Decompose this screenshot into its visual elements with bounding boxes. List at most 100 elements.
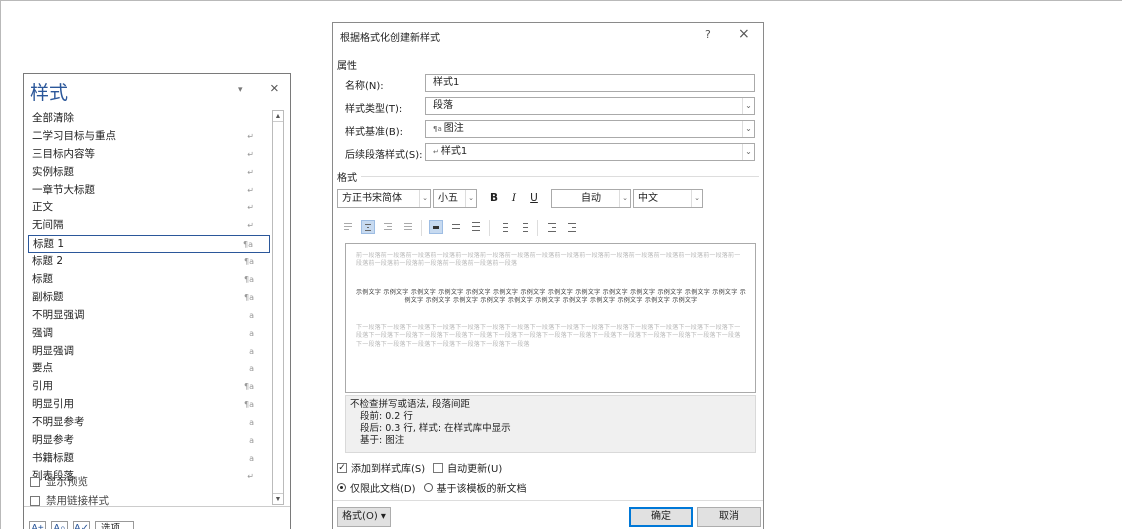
style-type-select[interactable]: 段落 ⌄ (425, 97, 755, 115)
underline-button[interactable]: U (525, 189, 543, 208)
show-preview-checkbox[interactable]: 显示预览 (30, 474, 88, 489)
style-list-item[interactable]: 标题 1¶a▾ (28, 235, 270, 254)
style-item-label: 标题 2 (32, 255, 64, 268)
style-item-label: 强调 (32, 326, 53, 339)
style-list-item[interactable]: 无间隔 ↵ (28, 217, 270, 235)
scroll-up-icon[interactable]: ▲ (273, 111, 283, 122)
this-document-label: 仅限此文档(D) (350, 484, 416, 495)
preview-previous-paragraph: 前一段落前一段落前一段落前一段落前一段落前一段落前一段落前一段落前一段落前一段落… (356, 252, 741, 268)
style-type-mark-icon: ↵ (247, 131, 254, 141)
chevron-down-icon[interactable]: ⌄ (619, 190, 630, 207)
align-right-icon[interactable] (381, 220, 395, 234)
one-half-spacing-icon[interactable] (449, 220, 463, 234)
script-select[interactable]: 中文 ⌄ (633, 189, 703, 208)
style-list-item[interactable]: 明显引用 ¶a (28, 396, 270, 414)
paragraph-return-icon: ↵ (433, 148, 439, 156)
style-list-item[interactable]: 引用 ¶a (28, 378, 270, 396)
auto-update-label: 自动更新(U) (447, 464, 503, 475)
style-type-mark-icon: ¶a (243, 240, 253, 250)
description-line: 不检查拼写或语法, 段落间距 (350, 399, 471, 410)
style-list: 全部清除 二学习目标与重点 ↵ 三目标内容等 ↵ 实例标题 ↵ 一章节大标题 ↵ 正文 ↵ 无间隔 ↵ 标… (28, 110, 270, 503)
based-on-value: 图注 (443, 123, 464, 134)
disable-linked-label: 禁用链接样式 (46, 495, 109, 507)
paragraph-toolbar (341, 220, 761, 238)
chevron-down-icon[interactable]: ⌄ (742, 144, 754, 160)
bold-button[interactable]: B (485, 189, 503, 208)
align-left-icon[interactable] (341, 220, 355, 234)
dialog-title: 根据格式化创建新样式 (340, 33, 440, 44)
style-type-mark-icon: ¶a (244, 257, 254, 267)
font-color-value: 自动 (581, 193, 601, 204)
manage-styles-icon[interactable]: A✓ (73, 521, 90, 529)
space-after-icon[interactable] (517, 220, 531, 234)
chevron-down-icon[interactable]: ⌄ (465, 190, 476, 207)
scroll-down-icon[interactable]: ▼ (273, 493, 283, 504)
decrease-indent-icon[interactable] (545, 220, 559, 234)
template-radio[interactable] (423, 483, 433, 492)
style-list-item[interactable]: 不明显强调 a (28, 307, 270, 325)
style-item-label: 书籍标题 (32, 451, 74, 464)
justify-icon[interactable] (401, 220, 415, 234)
italic-button[interactable]: I (505, 189, 523, 208)
chevron-down-icon[interactable]: ⌄ (691, 190, 702, 207)
new-style-icon[interactable]: A+ (29, 521, 46, 529)
style-list-item[interactable]: 明显强调 a (28, 343, 270, 361)
pane-options-chevron-icon[interactable]: ▾ (238, 84, 243, 95)
pane-close-icon[interactable]: × (270, 80, 279, 97)
next-style-select[interactable]: ↵ 样式1 ⌄ (425, 143, 755, 161)
chevron-down-icon[interactable]: ⌄ (742, 121, 754, 137)
style-list-item[interactable]: 二学习目标与重点 ↵ (28, 128, 270, 146)
style-list-item[interactable]: 三目标内容等 ↵ (28, 146, 270, 164)
ok-button[interactable]: 确定 (629, 507, 693, 527)
toolbar-divider (421, 220, 422, 236)
style-list-item[interactable]: 标题 ¶a (28, 271, 270, 289)
style-list-item[interactable]: 全部清除 (28, 110, 270, 128)
style-list-item[interactable]: 标题 2 ¶a (28, 253, 270, 271)
add-to-gallery-checkbox[interactable]: ✓ (337, 462, 347, 473)
single-spacing-icon[interactable] (429, 220, 443, 234)
increase-indent-icon[interactable] (565, 220, 579, 234)
style-list-item[interactable]: 一章节大标题 ↵ (28, 182, 270, 200)
style-list-item[interactable]: 实例标题 ↵ (28, 164, 270, 182)
style-list-item[interactable]: 书籍标题 a (28, 450, 270, 468)
style-list-item[interactable]: 副标题 ¶a (28, 289, 270, 307)
checkbox-box[interactable] (30, 476, 40, 487)
options-button[interactable]: 选项... (95, 521, 134, 529)
font-color-select[interactable]: 自动 ⌄ (551, 189, 631, 208)
checkbox-box[interactable] (30, 495, 40, 506)
style-type-mark-icon: ↵ (247, 203, 254, 213)
space-before-icon[interactable] (497, 220, 511, 234)
font-select[interactable]: 方正书宋简体 ⌄ (337, 189, 431, 208)
format-menu-button[interactable]: 格式(O) ▾ (337, 507, 391, 527)
this-document-radio[interactable] (337, 483, 346, 492)
align-center-icon[interactable] (361, 220, 375, 234)
style-inspector-icon[interactable]: A⌕ (51, 521, 68, 529)
font-size-select[interactable]: 小五 ⌄ (433, 189, 477, 208)
disable-linked-styles-checkbox[interactable]: 禁用链接样式 (30, 493, 109, 508)
template-label: 基于该模板的新文档 (436, 484, 527, 495)
styles-scrollbar[interactable]: ▲ ▼ (272, 110, 284, 505)
style-list-item[interactable]: 不明显参考 a (28, 414, 270, 432)
double-spacing-icon[interactable] (469, 220, 483, 234)
chevron-down-icon[interactable]: ⌄ (419, 190, 430, 207)
style-list-item[interactable]: 强调 a (28, 325, 270, 343)
chevron-down-icon[interactable]: ⌄ (742, 98, 754, 114)
auto-update-checkbox[interactable] (433, 462, 444, 473)
style-item-label: 全部清除 (32, 112, 74, 124)
style-type-mark-icon: a (249, 418, 254, 428)
description-line: 段后: 0.3 行, 样式: 在样式库中显示 (360, 423, 511, 434)
based-on-select[interactable]: ¶a 图注 ⌄ (425, 120, 755, 138)
close-icon[interactable]: × (738, 26, 750, 42)
style-list-item[interactable]: 要点 a (28, 360, 270, 378)
style-list-item[interactable]: 正文 ↵ (28, 199, 270, 217)
style-list-item[interactable]: 明显参考 a (28, 432, 270, 450)
style-description: 不检查拼写或语法, 段落间距 段前: 0.2 行 段后: 0.3 行, 样式: … (345, 395, 756, 453)
style-item-label: 明显参考 (32, 434, 74, 447)
help-icon[interactable]: ? (705, 28, 711, 41)
toolbar-divider (489, 220, 490, 236)
cancel-button[interactable]: 取消 (697, 507, 761, 527)
name-field[interactable]: 样式1 (425, 74, 755, 92)
style-type-mark-icon: a (249, 453, 254, 463)
font-size-value: 小五 (438, 193, 458, 204)
style-item-label: 引用 (32, 380, 53, 393)
